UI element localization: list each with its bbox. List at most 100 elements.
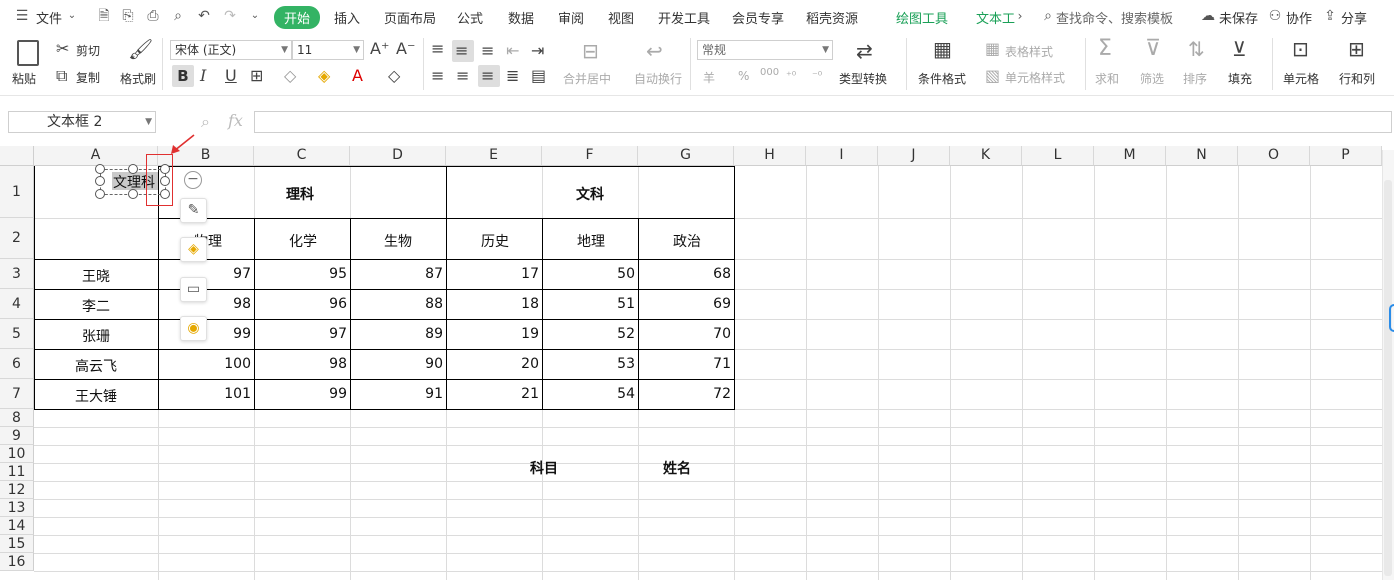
fill-button[interactable]: 填充 bbox=[1228, 70, 1252, 87]
cell-style-icon[interactable]: ▧ bbox=[985, 67, 1000, 85]
save-icon[interactable]: 🗎 bbox=[96, 8, 112, 24]
merge-icon[interactable]: ⊟ bbox=[582, 41, 599, 61]
column-header[interactable]: O bbox=[1238, 146, 1310, 166]
column-header[interactable]: D bbox=[350, 146, 446, 166]
outline-icon[interactable]: ▭ bbox=[180, 277, 207, 302]
sum-icon[interactable]: Σ bbox=[1098, 38, 1112, 60]
tab-formula[interactable]: 公式 bbox=[457, 8, 483, 27]
row-header[interactable]: 5 bbox=[0, 319, 34, 349]
zoom-icon[interactable]: ⌕ bbox=[201, 113, 210, 131]
convert-type-button[interactable]: 类型转换 bbox=[839, 70, 887, 87]
distributed-icon[interactable]: ▤ bbox=[531, 67, 546, 85]
column-header[interactable]: P bbox=[1310, 146, 1382, 166]
row-header[interactable]: 2 bbox=[0, 218, 34, 259]
column-header[interactable]: F bbox=[542, 146, 638, 166]
tab-insert[interactable]: 插入 bbox=[334, 8, 360, 27]
column-header[interactable]: N bbox=[1166, 146, 1238, 166]
eraser-icon[interactable]: ◇ bbox=[388, 67, 400, 85]
sort-button[interactable]: 排序 bbox=[1183, 70, 1207, 87]
font-color-icon[interactable]: A bbox=[352, 67, 363, 85]
scrollbar-thumb[interactable] bbox=[1384, 180, 1392, 576]
bold-button[interactable]: B bbox=[172, 65, 194, 87]
rowcol-button[interactable]: 行和列 bbox=[1339, 70, 1375, 87]
thousands-button[interactable]: 000 bbox=[760, 67, 779, 78]
collab-button[interactable]: 协作 bbox=[1286, 8, 1312, 27]
row-header[interactable]: 15 bbox=[0, 535, 34, 553]
merge-center-button[interactable]: 合并居中 bbox=[563, 70, 611, 87]
row-header[interactable]: 12 bbox=[0, 481, 34, 499]
align-left-icon[interactable]: ≡ bbox=[431, 67, 444, 85]
tab-text-tools[interactable]: 文本工 bbox=[976, 8, 1015, 27]
increase-decimal-icon[interactable]: ⁺⁰ bbox=[786, 67, 796, 85]
row-header[interactable]: 7 bbox=[0, 379, 34, 409]
fill-bucket-icon[interactable]: ◈ bbox=[180, 237, 207, 262]
print-preview-icon[interactable]: ⌕ bbox=[170, 8, 186, 24]
table-style-icon[interactable]: ▦ bbox=[985, 40, 1000, 58]
more-icon[interactable]: ⌄ bbox=[247, 8, 263, 24]
row-header[interactable]: 10 bbox=[0, 445, 34, 463]
column-header[interactable]: J bbox=[878, 146, 950, 166]
row-header[interactable]: 3 bbox=[0, 259, 34, 289]
justify-icon[interactable]: ≣ bbox=[506, 67, 519, 85]
cell-fill-icon[interactable]: ◇ bbox=[284, 67, 296, 85]
tab-view[interactable]: 视图 bbox=[608, 8, 634, 27]
copy-button[interactable]: 复制 bbox=[76, 69, 100, 86]
font-size-select[interactable]: 11 ▼ bbox=[292, 40, 364, 60]
row-header[interactable]: 9 bbox=[0, 427, 34, 445]
search-input[interactable]: 查找命令、搜索模板 bbox=[1056, 8, 1173, 27]
column-header[interactable]: H bbox=[734, 146, 806, 166]
column-header[interactable]: A bbox=[34, 146, 158, 166]
redo-icon[interactable]: ↷ bbox=[222, 8, 238, 24]
underline-button[interactable]: U bbox=[225, 67, 237, 85]
filter-icon[interactable]: ⊽ bbox=[1145, 38, 1161, 60]
menu-icon[interactable]: ☰ bbox=[14, 8, 30, 24]
align-bottom-icon[interactable]: ≡ bbox=[481, 42, 494, 60]
formula-input[interactable] bbox=[254, 111, 1392, 133]
undo-icon[interactable]: ↶ bbox=[196, 8, 212, 24]
wrap-text-button[interactable]: 自动换行 bbox=[634, 70, 682, 87]
cond-format-icon[interactable]: ▦ bbox=[933, 39, 952, 59]
tab-member[interactable]: 会员专享 bbox=[732, 8, 784, 27]
convert-icon[interactable]: ⇄ bbox=[856, 41, 873, 61]
resize-handle[interactable] bbox=[95, 164, 105, 174]
row-header[interactable]: 4 bbox=[0, 289, 34, 319]
column-header[interactable]: G bbox=[638, 146, 734, 166]
row-header[interactable]: 11 bbox=[0, 463, 34, 481]
row-header[interactable]: 14 bbox=[0, 517, 34, 535]
tab-docer[interactable]: 稻壳资源 bbox=[806, 8, 858, 27]
resize-handle[interactable] bbox=[95, 189, 105, 199]
copy-icon[interactable]: ⧉ bbox=[56, 67, 67, 85]
tab-drawing-tools[interactable]: 绘图工具 bbox=[896, 8, 948, 27]
percent-button[interactable]: % bbox=[738, 69, 749, 83]
row-header[interactable]: 1 bbox=[0, 166, 34, 218]
resize-handle[interactable] bbox=[95, 176, 105, 186]
decrease-font-icon[interactable]: A⁻ bbox=[396, 40, 415, 58]
italic-button[interactable]: I bbox=[200, 67, 206, 85]
align-right-icon[interactable]: ≡ bbox=[481, 67, 494, 85]
table-style-button[interactable]: 表格样式 bbox=[1005, 43, 1053, 60]
cell-button[interactable]: 单元格 bbox=[1283, 70, 1319, 87]
fill-color-icon[interactable]: ◈ bbox=[318, 67, 330, 85]
print-icon[interactable]: ⎙ bbox=[145, 8, 161, 24]
cell-style-button[interactable]: 单元格样式 bbox=[1005, 69, 1065, 86]
align-center-icon[interactable]: ≡ bbox=[456, 67, 469, 85]
search-icon[interactable]: ⌕ bbox=[1040, 8, 1056, 24]
resize-handle[interactable] bbox=[128, 189, 138, 199]
paste-button[interactable]: 粘贴 bbox=[12, 70, 36, 87]
row-header[interactable]: 6 bbox=[0, 349, 34, 379]
tab-page-layout[interactable]: 页面布局 bbox=[384, 8, 436, 27]
sum-button[interactable]: 求和 bbox=[1095, 70, 1119, 87]
column-header[interactable]: L bbox=[1022, 146, 1094, 166]
number-format-select[interactable]: 常规 ▼ bbox=[697, 40, 833, 60]
increase-font-icon[interactable]: A⁺ bbox=[370, 40, 389, 58]
wrap-icon[interactable]: ↩ bbox=[646, 41, 663, 61]
decrease-decimal-icon[interactable]: ⁻⁰ bbox=[812, 67, 822, 85]
cond-format-button[interactable]: 条件格式 bbox=[918, 70, 966, 87]
column-header[interactable]: E bbox=[446, 146, 542, 166]
chevron-right-icon[interactable]: › bbox=[1012, 8, 1028, 24]
file-menu[interactable]: 文件 bbox=[36, 8, 62, 27]
column-header[interactable]: M bbox=[1094, 146, 1166, 166]
border-icon[interactable]: ⊞ bbox=[250, 67, 263, 85]
scissors-icon[interactable]: ✂ bbox=[56, 40, 69, 58]
row-header[interactable]: 16 bbox=[0, 553, 34, 571]
